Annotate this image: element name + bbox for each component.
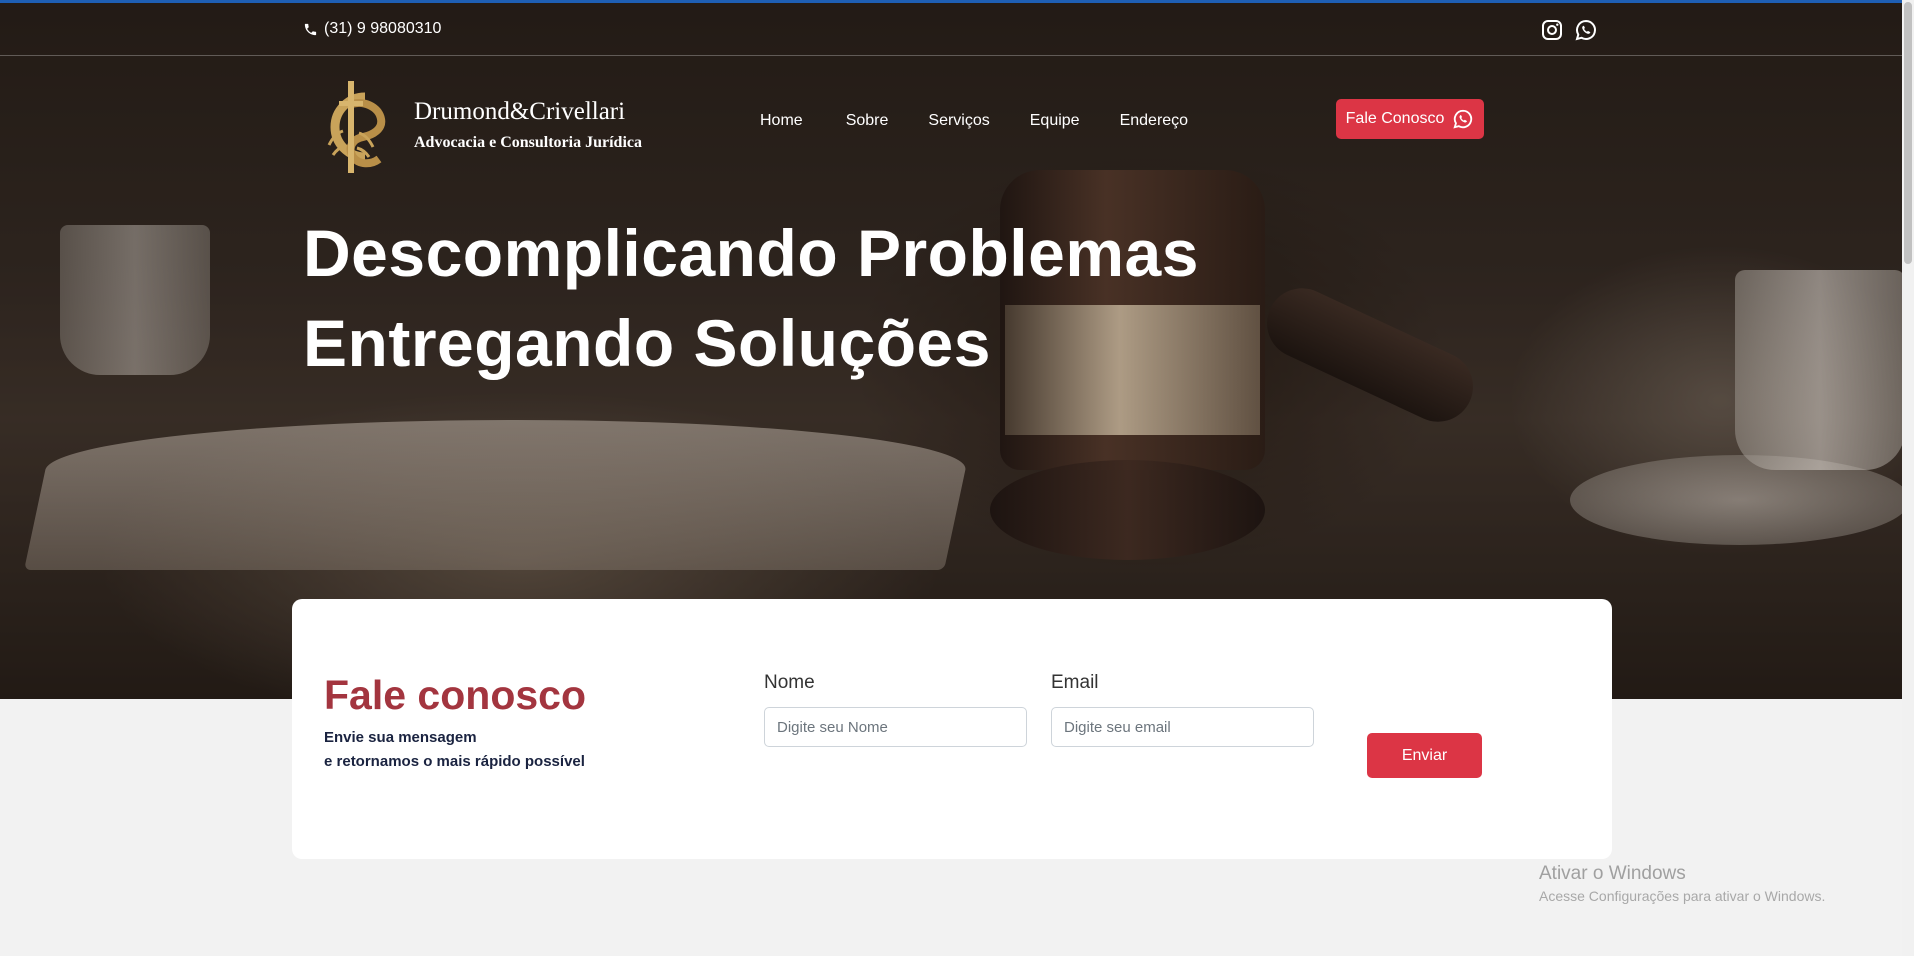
nav-menu: Home Sobre Serviços Equipe Endereço bbox=[760, 112, 1228, 130]
top-bar: (31) 9 98080310 bbox=[0, 3, 1902, 56]
hero-headline: Descomplicando Problemas Entregando Solu… bbox=[303, 208, 1199, 388]
nav-item-home[interactable]: Home bbox=[760, 112, 803, 130]
social-links bbox=[1540, 18, 1598, 42]
send-button[interactable]: Enviar bbox=[1367, 733, 1482, 778]
hero-headline-line2: Entregando Soluções bbox=[303, 306, 991, 380]
main-navbar: Drumond&Crivellari Advocacia e Consultor… bbox=[0, 72, 1902, 182]
contact-description-line1: Envie sua mensagem bbox=[324, 729, 477, 746]
name-label: Nome bbox=[764, 672, 815, 693]
phone-number: (31) 9 98080310 bbox=[324, 20, 442, 37]
hero-background-gavel-handle bbox=[1255, 276, 1485, 434]
email-label: Email bbox=[1051, 672, 1099, 693]
brand-name[interactable]: Drumond&Crivellari bbox=[414, 98, 625, 126]
instagram-icon[interactable] bbox=[1540, 18, 1564, 42]
whatsapp-icon bbox=[1453, 109, 1473, 129]
hero-background-gavel-base bbox=[990, 460, 1265, 560]
contact-form-card: Fale conosco Envie sua mensagem e retorn… bbox=[292, 599, 1612, 859]
email-input[interactable] bbox=[1051, 707, 1314, 747]
fale-conosco-label: Fale Conosco bbox=[1345, 110, 1445, 127]
contact-description-line2: e retornamos o mais rápido possível bbox=[324, 753, 585, 770]
name-input[interactable] bbox=[764, 707, 1027, 747]
hero-background-cup bbox=[1735, 270, 1902, 470]
nav-item-equipe[interactable]: Equipe bbox=[1030, 112, 1080, 130]
windows-activation-title: Ativar o Windows bbox=[1539, 863, 1686, 884]
brand-tagline: Advocacia e Consultoria Jurídica bbox=[414, 134, 642, 151]
contact-description: Envie sua mensagem e retornamos o mais r… bbox=[324, 726, 585, 774]
hero-background-cup bbox=[60, 225, 210, 375]
contact-title: Fale conosco bbox=[324, 672, 587, 718]
fale-conosco-button[interactable]: Fale Conosco bbox=[1336, 99, 1484, 139]
whatsapp-icon[interactable] bbox=[1574, 18, 1598, 42]
hero-headline-line1: Descomplicando Problemas bbox=[303, 216, 1199, 290]
windows-activation-subtitle: Acesse Configurações para ativar o Windo… bbox=[1539, 888, 1826, 904]
phone-icon bbox=[304, 23, 317, 35]
phone-contact[interactable]: (31) 9 98080310 bbox=[303, 20, 441, 38]
browser-top-line bbox=[0, 0, 1902, 3]
page-scrollbar[interactable] bbox=[1902, 0, 1914, 956]
nav-item-endereco[interactable]: Endereço bbox=[1120, 112, 1189, 130]
nav-item-sobre[interactable]: Sobre bbox=[846, 112, 889, 130]
hero-background-book bbox=[24, 420, 976, 570]
company-logo[interactable] bbox=[303, 75, 403, 179]
nav-item-servicos[interactable]: Serviços bbox=[928, 112, 989, 130]
scrollbar-thumb[interactable] bbox=[1904, 2, 1912, 264]
